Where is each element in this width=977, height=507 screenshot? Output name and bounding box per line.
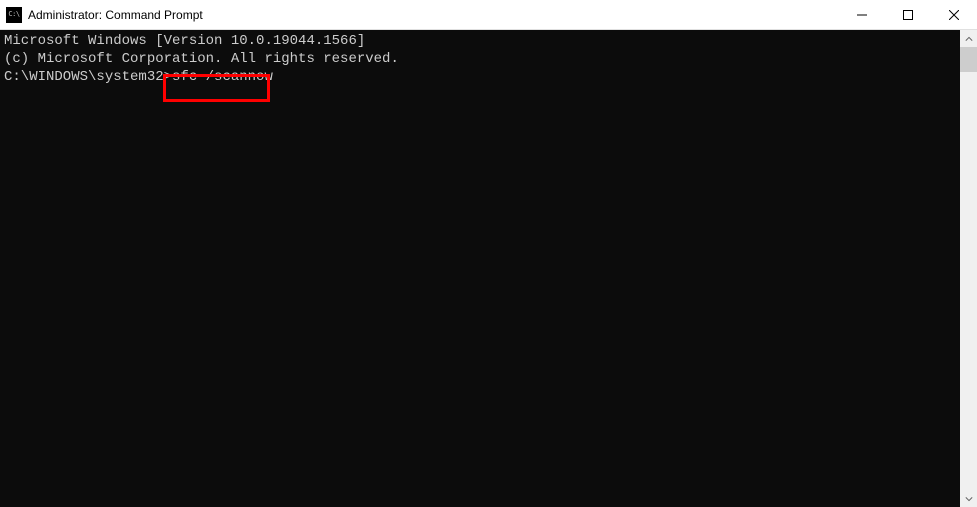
prompt-text: C:\WINDOWS\system32> [4, 69, 172, 85]
titlebar: C:\ Administrator: Command Prompt [0, 0, 977, 30]
version-line: Microsoft Windows [Version 10.0.19044.15… [4, 32, 956, 50]
close-button[interactable] [931, 0, 977, 30]
minimize-icon [857, 10, 867, 20]
scroll-thumb[interactable] [960, 47, 977, 72]
minimize-button[interactable] [839, 0, 885, 30]
scroll-up-arrow[interactable] [960, 30, 977, 47]
command-text: sfc /scannow [172, 69, 273, 85]
console-area[interactable]: Microsoft Windows [Version 10.0.19044.15… [0, 30, 960, 507]
cmd-icon: C:\ [6, 7, 22, 23]
titlebar-left: C:\ Administrator: Command Prompt [0, 7, 203, 23]
console-wrapper: Microsoft Windows [Version 10.0.19044.15… [0, 30, 977, 507]
chevron-down-icon [965, 495, 973, 503]
scroll-down-arrow[interactable] [960, 490, 977, 507]
prompt-line: C:\WINDOWS\system32>sfc /scannow [4, 68, 956, 86]
chevron-up-icon [965, 35, 973, 43]
copyright-line: (c) Microsoft Corporation. All rights re… [4, 50, 956, 68]
window-title: Administrator: Command Prompt [28, 8, 203, 22]
maximize-button[interactable] [885, 0, 931, 30]
maximize-icon [903, 10, 913, 20]
titlebar-controls [839, 0, 977, 29]
vertical-scrollbar[interactable] [960, 30, 977, 507]
close-icon [949, 10, 959, 20]
